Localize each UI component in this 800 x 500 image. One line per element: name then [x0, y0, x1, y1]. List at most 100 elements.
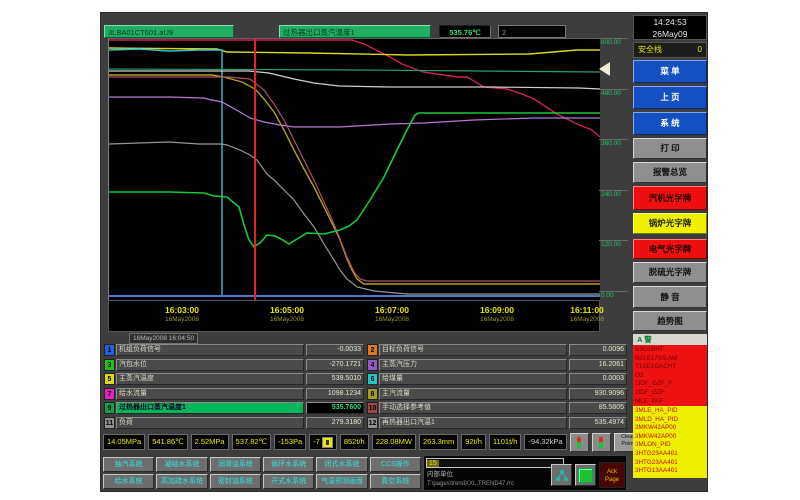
first-out-alarm-strip[interactable]: A 警	[633, 334, 707, 345]
legend-row[interactable]: 11负荷279.3180	[104, 417, 364, 429]
legend-label: 主蒸汽温度	[116, 373, 304, 385]
legend-row[interactable]: 10手动选择参考值85.5805	[367, 402, 627, 414]
legend-color-chip: 5	[104, 373, 115, 385]
system-page-button[interactable]: 闭式水系统	[316, 457, 367, 472]
alarm-tag[interactable]: O2	[635, 372, 705, 381]
clock-time: 14:24:53	[634, 16, 706, 28]
valve-indicator-button[interactable]	[592, 433, 611, 452]
sidebar-button-6[interactable]: 汽机光字牌	[633, 186, 707, 210]
legend-row[interactable]: 4主蒸汽压力16.2061	[367, 359, 627, 371]
legend-row[interactable]: 9过热器出口蒸汽温度1535.7600	[104, 402, 364, 414]
ack-page-button[interactable]: Ack Page	[599, 462, 625, 488]
alarm-tag[interactable]: 3HTG23AA401	[635, 450, 705, 459]
command-input[interactable]: 15	[426, 458, 564, 468]
legend-value: 535.7600	[306, 402, 364, 414]
sidebar-button-2[interactable]: 上 页	[633, 86, 707, 109]
curve-olive-steam-flow	[109, 75, 600, 284]
alarm-list-red[interactable]: B9O1BHTN01E17SS.AMT1SE1GACHTO21IDF_GZF_F…	[633, 345, 707, 406]
status-text: 228.08MW	[376, 435, 412, 449]
sidebar-button-7[interactable]: 锅炉光字牌	[633, 213, 707, 234]
tick-time: 16:03:00	[147, 305, 217, 315]
system-page-button[interactable]: 密封油系统	[210, 474, 261, 489]
scale-label: 240.00	[599, 190, 628, 198]
alarm-tag[interactable]: 3MLD_HA_PID	[635, 416, 705, 425]
legend-value: 1098.1234	[306, 388, 364, 400]
alarm-tag[interactable]: T1SE1GACHT	[635, 363, 705, 372]
alarm-tag[interactable]: 3MKW42AP00	[635, 424, 705, 433]
network-icon[interactable]	[551, 464, 572, 486]
legend-left-column: 1机组负荷信号-0.0033 3汽包水位-270.1721 5主蒸汽温度539.50…	[104, 344, 364, 432]
alarm-tag[interactable]: 3HTG13AA401	[635, 467, 705, 476]
status-text: -7	[313, 435, 320, 449]
alarm-tag[interactable]: N01E17SS.AM	[635, 355, 705, 364]
alarm-tag[interactable]: 3MKW42AP00	[635, 433, 705, 442]
sidebar-button-5[interactable]: 报警总览	[633, 162, 707, 183]
system-page-button[interactable]: 给水系统	[103, 474, 154, 489]
alarm-tag[interactable]: 3MLE_HA_PID	[635, 407, 705, 416]
system-page-button[interactable]: 抽汽系统	[103, 457, 154, 472]
valve-indicator-button[interactable]	[570, 433, 589, 452]
legend-value: 539.5010	[306, 373, 364, 385]
green-square-icon	[578, 468, 593, 483]
alarm-tag[interactable]: 1IDF_GZF_F	[635, 380, 705, 389]
legend-label: 过热器出口蒸汽温度1	[116, 402, 304, 414]
legend-color-chip: 10	[367, 402, 378, 414]
system-page-button[interactable]: 凝结水系统	[156, 457, 207, 472]
legend-row[interactable]: 6给煤量0.0003	[367, 373, 627, 385]
sidebar-button-10[interactable]: 静 音	[633, 286, 707, 308]
tick-time: 16:05:00	[252, 305, 322, 315]
legend-label: 目标负荷信号	[379, 344, 567, 356]
trend-plot[interactable]	[108, 38, 600, 300]
status-text: 14.05MPa	[107, 435, 141, 449]
alarm-tag[interactable]: 3HTG23AA401	[635, 459, 705, 468]
green-square-button[interactable]	[575, 464, 596, 486]
tick-date: 16May2008	[147, 315, 217, 324]
alarm-tag[interactable]: B9O1BHT	[635, 346, 705, 355]
curve-gray-load-line	[109, 142, 600, 294]
legend-row[interactable]: 5主蒸汽温度539.5010	[104, 373, 364, 385]
status-text: 541.86℃	[152, 435, 183, 449]
legend-value: -0.0033	[306, 344, 364, 356]
status-text: 263.3mm	[423, 435, 454, 449]
sidebar-button-4[interactable]: 打 印	[633, 138, 707, 159]
legend-row[interactable]: 2目标负荷信号0.0096	[367, 344, 627, 356]
sidebar: 14:24:53 26May09 安全栈 0 菜 单上 页系 统打 印报警总览汽…	[631, 13, 709, 493]
system-page-button[interactable]: 循环水系统	[263, 457, 314, 472]
legend-label: 主蒸汽压力	[379, 359, 567, 371]
trend-aux-field[interactable]: 2	[498, 25, 566, 38]
curve-brown-line	[109, 77, 600, 281]
legend-value: 16.2061	[569, 359, 627, 371]
legend-value: -270.1721	[306, 359, 364, 371]
sidebar-button-9[interactable]: 脱硫光字牌	[633, 262, 707, 283]
system-page-button[interactable]: 真空系统	[370, 474, 421, 489]
cursor-value-marker-icon[interactable]	[599, 62, 610, 76]
system-page-button[interactable]: 润滑油系统	[210, 457, 261, 472]
sidebar-button-8[interactable]: 电气光字牌	[633, 239, 707, 259]
system-page-button[interactable]: 高加疏水系统	[156, 474, 207, 489]
sidebar-button-11[interactable]: 趋势图	[633, 311, 707, 331]
alarm-tag[interactable]: MLE_PAF	[635, 398, 705, 406]
curve-cyan-coal-flow	[109, 49, 222, 295]
status-value: 263.3mm	[419, 434, 458, 450]
legend-label: 汽包水位	[116, 359, 304, 371]
system-page-button[interactable]: 气温预测画面	[316, 474, 367, 489]
system-page-button[interactable]: CCS操作	[370, 457, 421, 472]
trend-title-field[interactable]: 过热器出口蒸汽温度1	[279, 25, 431, 38]
trend-tag-field[interactable]: 3LBA01CT601.aU9	[104, 25, 234, 38]
system-page-button[interactable]: 开式水系统	[263, 474, 314, 489]
legend-value: 535.4974	[569, 417, 627, 429]
tick-time: 16:09:00	[462, 305, 532, 315]
alarm-tag[interactable]: 1IDF_GZF	[635, 389, 705, 398]
alarm-tag[interactable]: 3MLON_PID	[635, 441, 705, 450]
sidebar-button-1[interactable]: 菜 单	[633, 60, 707, 83]
legend-row[interactable]: 3汽包水位-270.1721	[104, 359, 364, 371]
legend-row[interactable]: 12再热器出口汽温1535.4974	[367, 417, 627, 429]
legend-row[interactable]: 7给水流量1098.1234	[104, 388, 364, 400]
sidebar-button-3[interactable]: 系 统	[633, 112, 707, 135]
legend-row[interactable]: 8主汽流量930.9096	[367, 388, 627, 400]
alarm-list-yellow[interactable]: 3MLE_HA_PID3MLD_HA_PID3MKW42AP003MKW42AP…	[633, 406, 707, 478]
tick-date: 16May2008	[357, 315, 427, 324]
command-panel: 15 内部单位 T:\pages\trendXXL.TREND47.rrc Ac…	[423, 455, 627, 491]
trend-value-readout: 535.76℃	[439, 25, 491, 38]
legend-row[interactable]: 1机组负荷信号-0.0033	[104, 344, 364, 356]
